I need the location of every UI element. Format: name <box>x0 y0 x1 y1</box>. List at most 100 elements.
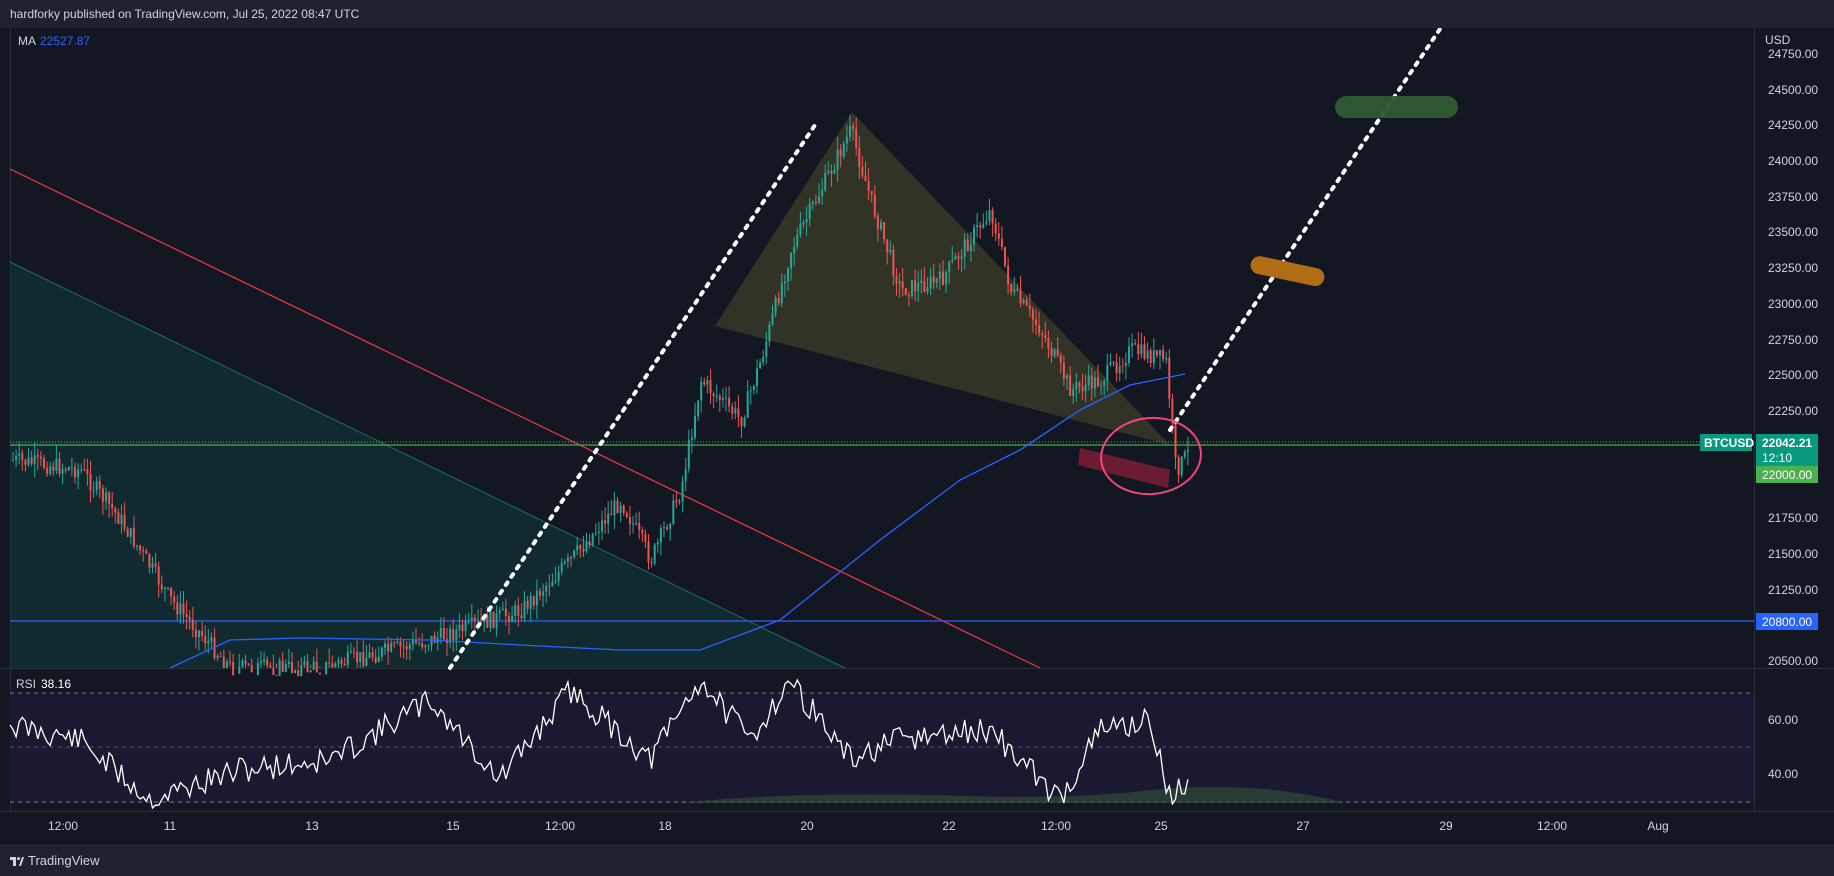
candle-body <box>123 514 126 529</box>
candle-body <box>514 605 517 616</box>
candle-body <box>762 356 765 363</box>
candle-body <box>529 595 532 609</box>
price-scale[interactable] <box>1754 28 1834 811</box>
candle-body <box>932 276 935 283</box>
candle-body <box>405 646 408 650</box>
candle-body <box>861 166 864 176</box>
candle-body <box>1072 388 1075 396</box>
candle-body <box>607 513 610 524</box>
candle-body <box>498 610 501 614</box>
candle-body <box>768 324 771 342</box>
candle-body <box>467 620 470 622</box>
candle-body <box>911 280 913 296</box>
candle-body <box>387 643 390 652</box>
candle-body <box>588 541 591 546</box>
candle-body <box>368 652 371 658</box>
candle-body <box>1149 350 1152 364</box>
candle-body <box>1168 357 1171 399</box>
candle-body <box>938 271 941 279</box>
candle-body <box>926 287 929 292</box>
candle-body <box>334 663 337 668</box>
candle-body <box>625 512 628 517</box>
time-axis[interactable]: 12:00 11 13 15 12:00 18 20 22 12:00 25 27 29 12:00 Au… <box>48 819 1669 833</box>
price-tick-label: 24750.00 <box>1768 47 1818 61</box>
candle-body <box>318 672 321 675</box>
candle-body <box>1047 338 1050 349</box>
candle-body <box>551 581 554 587</box>
price-tick-label: 24500.00 <box>1768 83 1818 97</box>
candle-body <box>247 663 250 665</box>
candle-body <box>849 125 851 137</box>
candle-body <box>101 488 104 502</box>
candle-body <box>455 630 458 640</box>
candle-body <box>687 439 690 469</box>
time-tick-label: Aug <box>1647 819 1668 833</box>
candle-body <box>839 149 842 157</box>
candle-body <box>694 416 696 438</box>
candle-body <box>644 533 647 542</box>
rsi-legend-value: 38.16 <box>41 677 71 691</box>
candle-body <box>960 256 963 259</box>
time-tick-label: 22 <box>942 819 956 833</box>
candle-body <box>415 640 417 644</box>
candle-body <box>340 660 343 665</box>
candle-body <box>771 313 774 325</box>
candle-body <box>167 587 169 589</box>
currency-label: USD <box>1765 33 1791 47</box>
candle-body <box>108 492 111 505</box>
candle-body <box>1143 344 1146 359</box>
candle-body <box>966 239 969 252</box>
candle-body <box>272 667 275 675</box>
candle-body <box>830 171 833 174</box>
candle-body <box>780 283 783 304</box>
price-tick-label: 23000.00 <box>1768 297 1818 311</box>
green-target-marker[interactable] <box>1335 96 1458 118</box>
candle-body <box>346 652 349 665</box>
candle-body <box>526 600 529 609</box>
candle-body <box>827 171 830 174</box>
chart-canvas[interactable]: MA 22527.87 RSI 38.16 USD 24750.00 24500.… <box>0 28 1834 845</box>
candle-body <box>954 256 957 260</box>
candle-body <box>659 527 662 543</box>
candle-body <box>297 669 300 677</box>
candle-body <box>904 288 907 296</box>
candle-body <box>365 657 368 667</box>
candle-body <box>145 550 148 554</box>
candle-body <box>1115 362 1118 374</box>
candle-body <box>520 615 523 619</box>
candle-body <box>678 501 681 503</box>
candle-body <box>201 630 204 637</box>
candle-body <box>836 149 839 170</box>
candle-body <box>709 379 712 394</box>
candle-body <box>473 617 476 621</box>
price-tick-label: 23750.00 <box>1768 190 1818 204</box>
candle-body <box>58 458 61 474</box>
candle-body <box>749 390 752 392</box>
candle-body <box>225 661 228 669</box>
candle-body <box>1165 357 1168 360</box>
candle-body <box>1035 319 1037 325</box>
price-tick-label: 23500.00 <box>1768 225 1818 239</box>
candle-body <box>294 669 297 674</box>
candle-body <box>219 655 222 657</box>
candle-body <box>204 636 207 644</box>
candle-body <box>170 587 173 597</box>
candle-body <box>994 223 997 234</box>
candle-body <box>963 239 966 257</box>
candle-body <box>349 651 352 653</box>
candle-body <box>477 619 479 621</box>
candle-body <box>656 542 659 545</box>
candle-body <box>154 563 157 567</box>
candle-body <box>157 566 160 585</box>
candle-body <box>291 661 293 674</box>
candle-body <box>824 173 827 191</box>
price-tick-label: 23250.00 <box>1768 261 1818 275</box>
candle-body <box>380 647 383 657</box>
candle-body <box>489 611 492 628</box>
candle-body <box>21 453 24 460</box>
candle-body <box>864 175 867 181</box>
candle-body <box>43 458 45 468</box>
candle-body <box>948 261 951 273</box>
candle-body <box>957 256 960 259</box>
candle-body <box>284 663 287 673</box>
